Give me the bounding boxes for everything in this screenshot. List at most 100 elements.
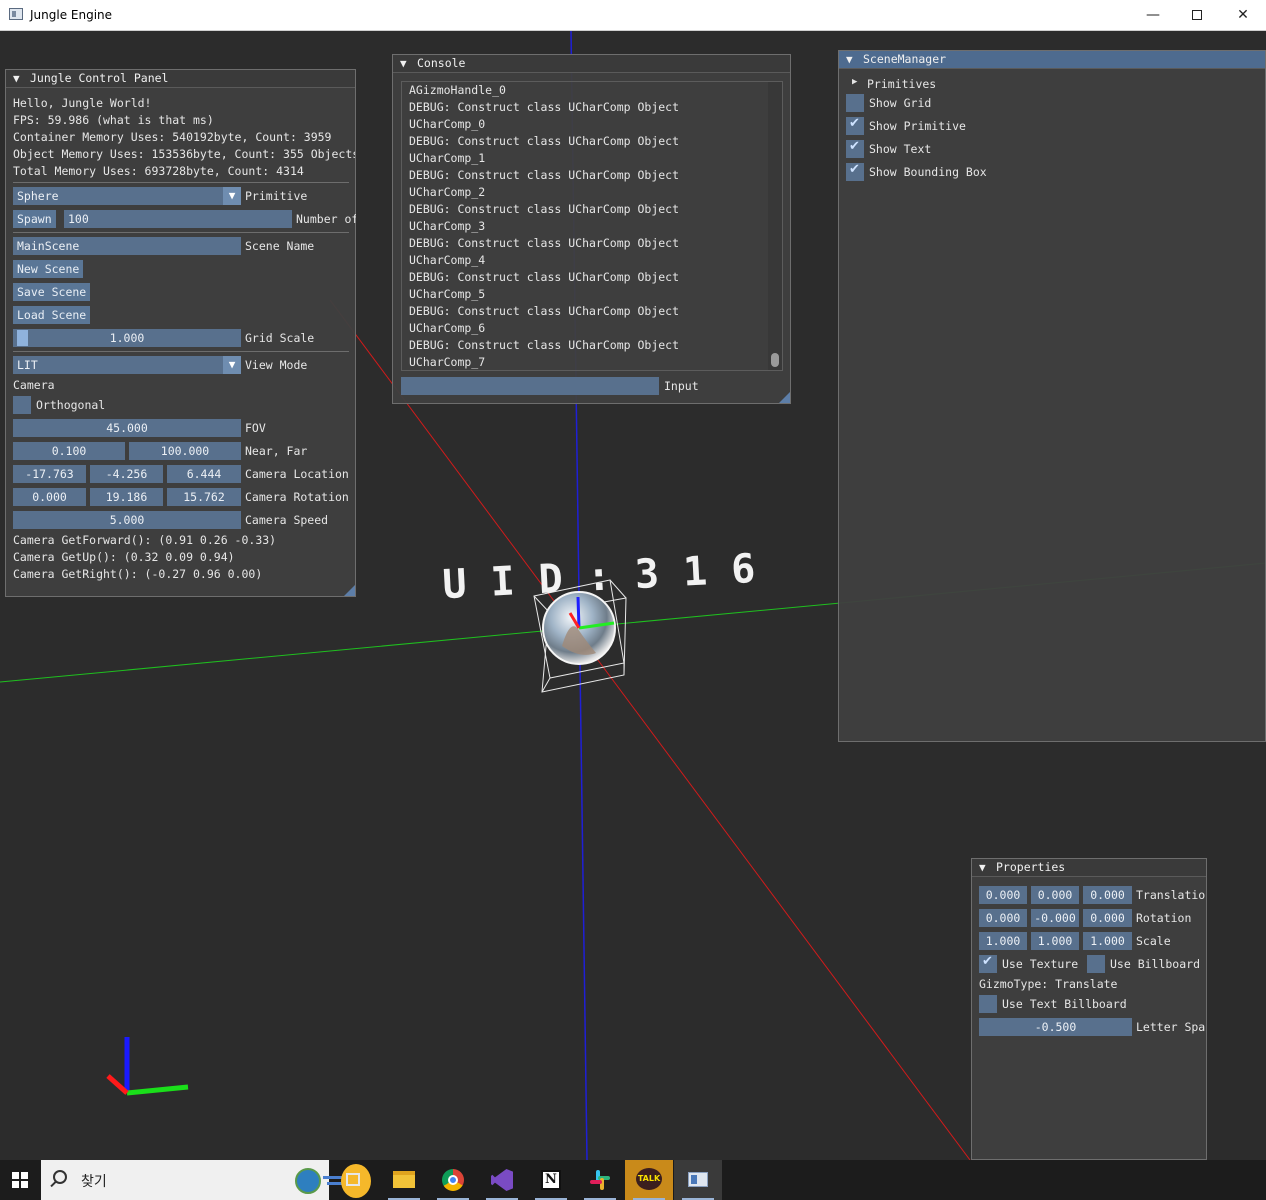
collapse-triangle-icon[interactable]: ▼	[13, 70, 20, 87]
tree-expand-icon[interactable]: ▶	[852, 77, 857, 87]
scrollbar-thumb[interactable]	[771, 353, 779, 367]
window-title: Jungle Engine	[30, 8, 113, 22]
close-button[interactable]: ✕	[1220, 0, 1266, 31]
translation-y[interactable]: 0.000	[1031, 886, 1079, 904]
notion-button[interactable]: N	[527, 1160, 575, 1200]
primitives-tree-node[interactable]: Primitives	[867, 77, 936, 91]
use-text-billboard-checkbox[interactable]	[979, 995, 997, 1013]
view-mode-combo[interactable]: LIT	[13, 356, 225, 374]
control-panel-titlebar[interactable]: ▼ Jungle Control Panel	[6, 70, 355, 88]
show-grid-label: Show Grid	[869, 96, 932, 110]
3d-viewport[interactable]: U I D : 3 1 6 ▼ Jungle Control Panel Hel…	[0, 31, 1266, 1160]
rotation-y[interactable]: -0.000	[1031, 909, 1079, 927]
separator	[13, 182, 349, 183]
show-primitive-checkbox[interactable]	[846, 116, 864, 135]
chevron-down-icon[interactable]: ▼	[223, 187, 241, 205]
scale-z[interactable]: 1.000	[1083, 932, 1132, 950]
console-log[interactable]: AGizmoHandle_0 DEBUG: Construct class UCh…	[401, 81, 783, 371]
resize-grip[interactable]	[779, 392, 790, 403]
primitive-label: Primitive	[245, 189, 308, 203]
visual-studio-button[interactable]	[478, 1160, 526, 1200]
scene-manager-titlebar[interactable]: ▼ SceneManager	[839, 51, 1265, 69]
rotation-z[interactable]: 0.000	[1083, 909, 1132, 927]
grid-scale-slider[interactable]: 1.000	[13, 329, 241, 347]
spawn-button[interactable]: Spawn	[13, 210, 56, 228]
camera-heading: Camera	[13, 378, 55, 392]
console-line: UCharComp_5	[409, 287, 486, 301]
scene-name-input[interactable]: MainScene	[13, 237, 241, 255]
task-view-button[interactable]	[330, 1160, 378, 1200]
near-far-label: Near, Far	[245, 444, 308, 458]
use-billboard-label: Use Billboard	[1110, 957, 1201, 971]
fov-label: FOV	[245, 421, 266, 435]
chrome-button[interactable]	[429, 1160, 477, 1200]
camera-location-x[interactable]: -17.763	[13, 465, 86, 483]
letter-spacing-slider[interactable]: -0.500	[979, 1018, 1132, 1036]
collapse-triangle-icon[interactable]: ▼	[400, 55, 407, 72]
use-text-billboard-label: Use Text Billboard	[1002, 997, 1127, 1011]
jungle-engine-taskbar-button[interactable]	[674, 1160, 722, 1200]
fov-slider[interactable]: 45.000	[13, 419, 241, 437]
new-scene-button[interactable]: New Scene	[13, 260, 84, 278]
minimize-button[interactable]: —	[1130, 0, 1176, 31]
minimize-icon: —	[1146, 7, 1160, 23]
start-button[interactable]	[0, 1160, 40, 1200]
collapse-triangle-icon[interactable]: ▼	[979, 859, 986, 876]
show-grid-checkbox[interactable]	[846, 94, 864, 112]
save-scene-button[interactable]: Save Scene	[13, 283, 91, 301]
slack-button[interactable]	[576, 1160, 624, 1200]
camera-location-z[interactable]: 6.444	[167, 465, 241, 483]
file-explorer-button[interactable]	[380, 1160, 428, 1200]
container-memory-text: Container Memory Uses: 540192byte, Count…	[13, 130, 332, 144]
far-plane-input[interactable]: 100.000	[129, 442, 241, 460]
console-line: UCharComp_0	[409, 117, 486, 131]
translation-label: Translation	[1136, 888, 1207, 902]
scale-y[interactable]: 1.000	[1031, 932, 1079, 950]
spawn-count-input[interactable]: 100	[64, 210, 292, 228]
taskbar-search[interactable]: 찾기	[41, 1160, 371, 1200]
load-scene-button[interactable]: Load Scene	[13, 306, 91, 324]
show-bounding-box-checkbox[interactable]	[846, 162, 864, 181]
properties-titlebar[interactable]: ▼ Properties	[972, 859, 1206, 877]
translation-x[interactable]: 0.000	[979, 886, 1027, 904]
orientation-gizmo	[106, 1037, 189, 1096]
console-line: DEBUG: Construct class UCharComp Object	[409, 236, 680, 250]
orthogonal-label: Orthogonal	[36, 398, 106, 412]
kakaotalk-button[interactable]: TALK	[625, 1160, 673, 1200]
scale-x[interactable]: 1.000	[979, 932, 1027, 950]
camera-location-y[interactable]: -4.256	[90, 465, 163, 483]
primitive-combo[interactable]: Sphere	[13, 187, 225, 205]
properties-window[interactable]: ▼ Properties 0.000 0.000 0.000 Translati…	[971, 858, 1207, 1160]
console-line: UCharComp_7	[409, 355, 486, 369]
letter-spacing-label: Letter Spacing	[1136, 1020, 1206, 1034]
use-texture-checkbox[interactable]	[979, 954, 997, 973]
console-window[interactable]: ▼ Console AGizmoHandle_0 DEBUG: Construct…	[392, 54, 791, 404]
show-text-label: Show Text	[869, 142, 932, 156]
camera-rotation-label: Camera Rotation	[245, 490, 349, 504]
use-billboard-checkbox[interactable]	[1087, 955, 1105, 973]
maximize-button[interactable]	[1174, 0, 1220, 31]
near-plane-input[interactable]: 0.100	[13, 442, 125, 460]
collapse-triangle-icon[interactable]: ▼	[846, 51, 853, 68]
translation-z[interactable]: 0.000	[1083, 886, 1132, 904]
orthogonal-checkbox[interactable]	[13, 396, 31, 414]
resize-grip[interactable]	[344, 585, 355, 596]
console-line: DEBUG: Construct class UCharComp Object	[409, 338, 680, 352]
camera-rotation-z[interactable]: 15.762	[167, 488, 241, 506]
task-view-icon	[346, 1173, 360, 1186]
show-bounding-box-label: Show Bounding Box	[869, 165, 987, 179]
grid-scale-slider-grab[interactable]	[17, 330, 28, 346]
console-input[interactable]	[401, 377, 659, 395]
scene-manager-window[interactable]: ▼ SceneManager ▶ Primitives Show Grid Sho…	[838, 50, 1266, 742]
chevron-down-icon[interactable]: ▼	[223, 356, 241, 374]
show-text-checkbox[interactable]	[846, 139, 864, 158]
camera-rotation-x[interactable]: 0.000	[13, 488, 86, 506]
jungle-control-panel[interactable]: ▼ Jungle Control Panel Hello, Jungle Wor…	[5, 69, 356, 597]
console-line: UCharComp_6	[409, 321, 486, 335]
console-scrollbar[interactable]	[768, 82, 782, 370]
spawn-count-label: Number of	[296, 212, 356, 226]
camera-speed-slider[interactable]: 5.000	[13, 511, 241, 529]
camera-rotation-y[interactable]: 19.186	[90, 488, 163, 506]
console-titlebar[interactable]: ▼ Console	[393, 55, 790, 73]
rotation-x[interactable]: 0.000	[979, 909, 1027, 927]
